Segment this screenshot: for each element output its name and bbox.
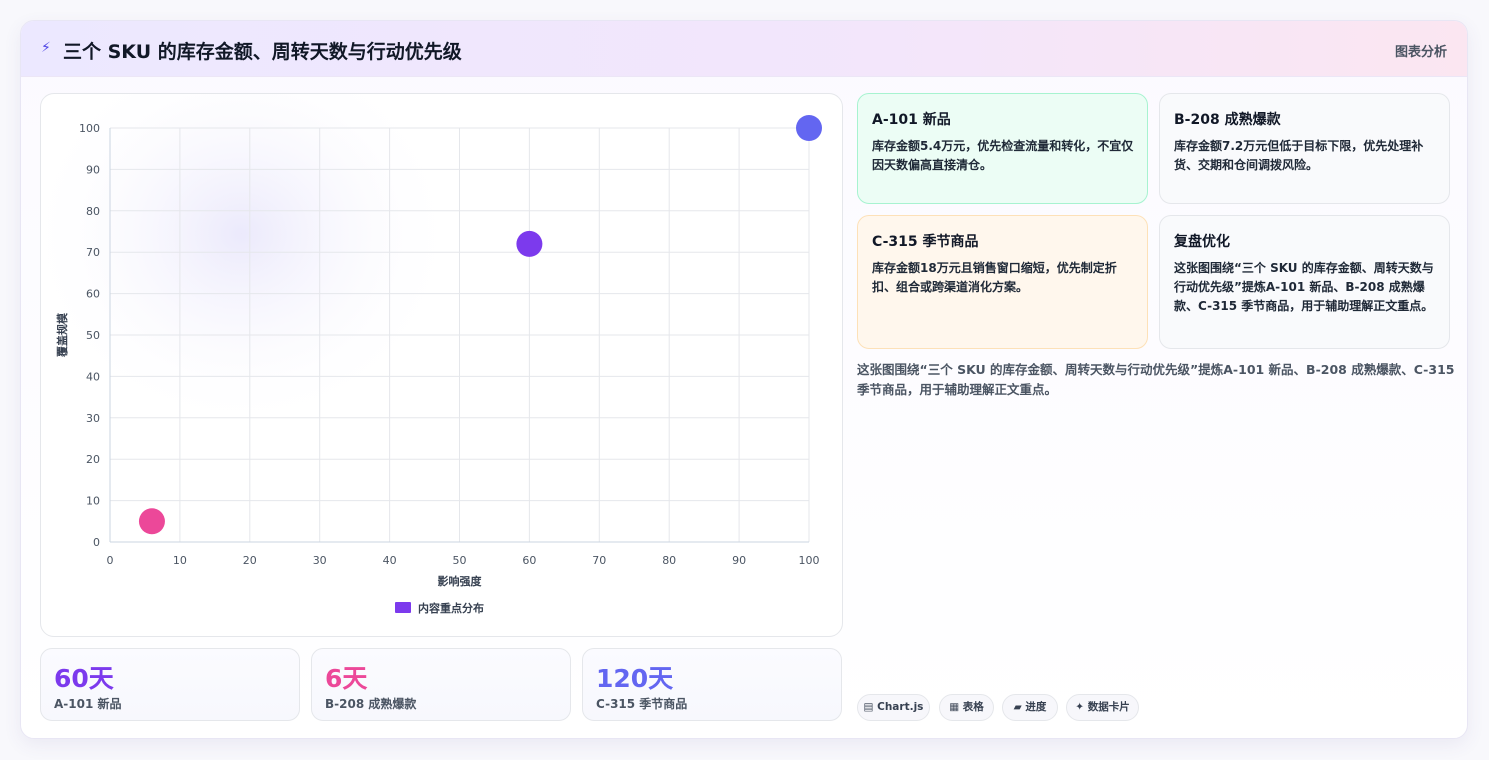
summary-text: 这张图围绕“三个 SKU 的库存金额、周转天数与行动优先级”提炼A-101 新品…: [857, 362, 1455, 397]
scatter-chart-panel: 0 10 20 30 40 50 60 70 80 90 100 0 10 20 30 40 50 60 70 80 9…: [40, 93, 843, 637]
stat-label: B-208 成熟爆款: [325, 697, 417, 711]
chart-card: ⚡ 三个 SKU 的库存金额、周转天数与行动优先级 图表分析 0 10 20 30 40…: [20, 20, 1468, 739]
x-tick-label: 100: [799, 554, 820, 567]
x-tick-label: 50: [453, 554, 467, 567]
scatter-chart: 0 10 20 30 40 50 60 70 80 90 100 0 10 20 30 40 50 60 70 80 9…: [41, 94, 822, 615]
x-tick-label: 40: [383, 554, 397, 567]
card-header: ⚡ 三个 SKU 的库存金额、周转天数与行动优先级 图表分析: [21, 21, 1467, 77]
x-tick-label: 0: [107, 554, 114, 567]
chip-label: 进度: [1025, 701, 1047, 713]
x-tick-label: 30: [313, 554, 327, 567]
data-point-1[interactable]: [138, 508, 165, 535]
chip-label: 数据卡片: [1087, 701, 1130, 713]
chip-chartjs[interactable]: ▤ Chart.js: [857, 694, 930, 721]
info-card-body: 库存金额5.4万元，优先检查流量和转化，不宜仅因天数偏高直接清仓。: [872, 139, 1134, 172]
info-card-body: 这张图围绕“三个 SKU 的库存金额、周转天数与行动优先级”提炼A-101 新品…: [1174, 261, 1434, 313]
info-card-title: 复盘优化: [1174, 234, 1230, 250]
chip-progress[interactable]: ▰ 进度: [1002, 694, 1058, 721]
chip-label: Chart.js: [877, 701, 924, 713]
data-point-2[interactable]: [516, 230, 543, 257]
stat-label: C-315 季节商品: [596, 697, 688, 711]
page-title: 三个 SKU 的库存金额、周转天数与行动优先级: [63, 41, 462, 63]
legend-label: 内容重点分布: [418, 601, 484, 615]
info-card-body: 库存金额7.2万元但低于目标下限，优先处理补货、交期和仓间调拨风险。: [1174, 139, 1424, 172]
x-tick-label: 10: [173, 554, 187, 567]
chart-background-glow: [41, 94, 461, 434]
x-tick-label: 70: [592, 554, 606, 567]
info-card-body: 库存金额18万元且销售窗口缩短，优先制定折扣、组合或跨渠道消化方案。: [872, 261, 1117, 294]
x-tick-label: 90: [732, 554, 746, 567]
stat-card-a101: 60天 A-101 新品: [40, 648, 300, 721]
y-tick-label: 30: [86, 412, 100, 425]
y-tick-label: 90: [86, 163, 100, 176]
y-tick-label: 0: [93, 536, 100, 549]
chip-label: 表格: [962, 701, 984, 713]
x-tick-label: 80: [662, 554, 676, 567]
y-tick-label: 80: [86, 205, 100, 218]
y-tick-label: 100: [79, 122, 100, 135]
x-tick-label: 60: [522, 554, 536, 567]
stat-value: 120天: [596, 664, 674, 693]
legend-swatch: [395, 602, 411, 613]
table-icon: ▦: [949, 701, 960, 713]
info-card-c315: C-315 季节商品 库存金额18万元且销售窗口缩短，优先制定折扣、组合或跨渠道…: [857, 215, 1148, 349]
x-axis-title: 影响强度: [438, 574, 483, 588]
info-card-review: 复盘优化 这张图围绕“三个 SKU 的库存金额、周转天数与行动优先级”提炼A-1…: [1159, 215, 1450, 349]
y-tick-label: 10: [86, 495, 100, 508]
stat-value: 6天: [325, 664, 368, 693]
progress-icon: ▰: [1013, 701, 1022, 713]
info-card-a101: A-101 新品 库存金额5.4万元，优先检查流量和转化，不宜仅因天数偏高直接清…: [857, 93, 1148, 204]
chart-icon: ▤: [863, 701, 874, 713]
chart-analysis-tag: 图表分析: [1394, 45, 1447, 60]
info-card-title: B-208 成熟爆款: [1174, 112, 1281, 128]
data-point-3[interactable]: [796, 115, 822, 141]
stat-card-c315: 120天 C-315 季节商品: [582, 648, 842, 721]
chip-table[interactable]: ▦ 表格: [939, 694, 994, 721]
chip-data-card[interactable]: ✦ 数据卡片: [1066, 694, 1139, 721]
y-tick-label: 70: [86, 246, 100, 259]
stat-card-b208: 6天 B-208 成熟爆款: [311, 648, 571, 721]
y-tick-label: 20: [86, 453, 100, 466]
info-card-title: C-315 季节商品: [872, 234, 979, 250]
y-axis-title: 覆盖规模: [55, 312, 69, 357]
stat-value: 60天: [54, 664, 114, 693]
y-tick-label: 50: [86, 329, 100, 342]
lightning-icon: ⚡: [41, 40, 51, 56]
sparkle-icon: ✦: [1075, 701, 1085, 713]
info-card-title: A-101 新品: [872, 112, 951, 128]
x-tick-label: 20: [243, 554, 257, 567]
y-tick-label: 60: [86, 288, 100, 301]
y-tick-label: 40: [86, 370, 100, 383]
info-card-b208: B-208 成熟爆款 库存金额7.2万元但低于目标下限，优先处理补货、交期和仓间…: [1159, 93, 1450, 204]
stat-label: A-101 新品: [54, 697, 122, 711]
